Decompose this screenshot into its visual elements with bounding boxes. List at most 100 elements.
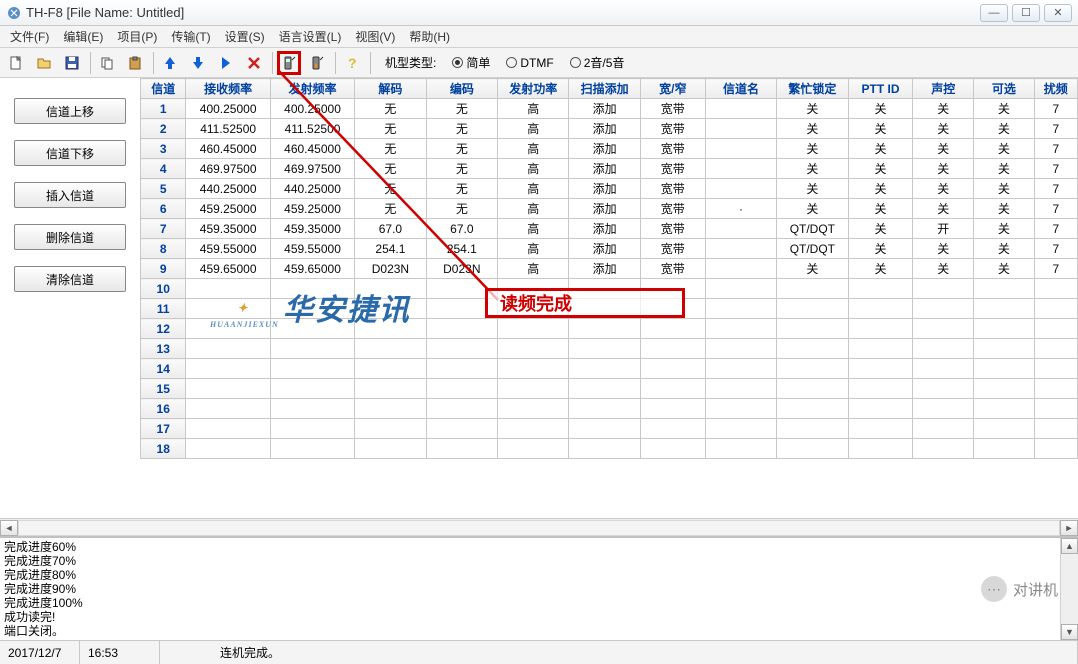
cell[interactable] — [705, 179, 776, 199]
cell[interactable] — [270, 359, 354, 379]
cell[interactable]: 469.97500 — [186, 159, 270, 179]
cell[interactable]: QT/DQT — [777, 219, 848, 239]
column-header[interactable]: 解码 — [355, 79, 426, 99]
insert-channel-button[interactable]: 插入信道 — [14, 182, 126, 208]
maximize-button[interactable]: ☐ — [1012, 4, 1040, 22]
cell[interactable] — [913, 379, 974, 399]
cell[interactable] — [569, 399, 640, 419]
cell[interactable] — [270, 299, 354, 319]
cell[interactable]: 关 — [974, 119, 1035, 139]
cell[interactable]: 开 — [913, 219, 974, 239]
cell[interactable] — [913, 319, 974, 339]
cell[interactable] — [777, 359, 848, 379]
cell[interactable]: 关 — [777, 119, 848, 139]
cell[interactable] — [1034, 319, 1077, 339]
log-pane[interactable]: 完成进度60% 完成进度70% 完成进度80% 完成进度90% 完成进度100%… — [0, 536, 1078, 640]
cell[interactable] — [498, 379, 569, 399]
cell[interactable]: 无 — [355, 119, 426, 139]
cell[interactable] — [426, 379, 497, 399]
scroll-down-icon[interactable]: ▼ — [1061, 624, 1078, 640]
cell[interactable] — [705, 219, 776, 239]
row-number[interactable]: 8 — [141, 239, 186, 259]
cell[interactable]: 无 — [426, 119, 497, 139]
cell[interactable]: 459.25000 — [270, 199, 354, 219]
cell[interactable] — [848, 379, 913, 399]
column-header[interactable]: 接收频率 — [186, 79, 270, 99]
row-number[interactable]: 9 — [141, 259, 186, 279]
cell[interactable] — [186, 419, 270, 439]
new-file-icon[interactable] — [4, 51, 28, 75]
table-row[interactable]: 5440.25000440.25000无无高添加宽带关关关关7 — [141, 179, 1078, 199]
cell[interactable] — [426, 439, 497, 459]
cell[interactable]: 254.1 — [426, 239, 497, 259]
table-row[interactable]: 12 — [141, 319, 1078, 339]
menu-edit[interactable]: 编辑(E) — [57, 26, 109, 47]
cell[interactable]: 无 — [355, 179, 426, 199]
cell[interactable] — [777, 379, 848, 399]
cell[interactable] — [640, 319, 705, 339]
cell[interactable]: 关 — [848, 99, 913, 119]
cell[interactable]: 7 — [1034, 119, 1077, 139]
cell[interactable]: 460.45000 — [270, 139, 354, 159]
cell[interactable] — [426, 359, 497, 379]
cell[interactable] — [498, 439, 569, 459]
cell[interactable] — [569, 359, 640, 379]
table-row[interactable]: 2411.52500411.52500无无高添加宽带关关关关7 — [141, 119, 1078, 139]
log-vscrollbar[interactable]: ▲ ▼ — [1060, 538, 1078, 640]
cell[interactable] — [848, 439, 913, 459]
row-number[interactable]: 1 — [141, 99, 186, 119]
clear-channel-button[interactable]: 清除信道 — [14, 266, 126, 292]
cell[interactable] — [848, 279, 913, 299]
cell[interactable]: 关 — [913, 139, 974, 159]
cell[interactable] — [355, 419, 426, 439]
cell[interactable] — [705, 119, 776, 139]
cell[interactable]: 关 — [913, 179, 974, 199]
cell[interactable]: 宽带 — [640, 239, 705, 259]
cell[interactable]: 关 — [848, 119, 913, 139]
column-header[interactable]: 宽/窄 — [640, 79, 705, 99]
cell[interactable]: 460.45000 — [186, 139, 270, 159]
cell[interactable] — [1034, 339, 1077, 359]
cell[interactable] — [974, 439, 1035, 459]
column-header[interactable]: 可选 — [974, 79, 1035, 99]
table-row[interactable]: 13 — [141, 339, 1078, 359]
cell[interactable] — [913, 439, 974, 459]
row-number[interactable]: 18 — [141, 439, 186, 459]
column-header[interactable]: 编码 — [426, 79, 497, 99]
cell[interactable]: 添加 — [569, 239, 640, 259]
cell[interactable] — [355, 439, 426, 459]
cell[interactable] — [270, 279, 354, 299]
cell[interactable]: 宽带 — [640, 219, 705, 239]
cell[interactable]: 宽带 — [640, 199, 705, 219]
cell[interactable]: 关 — [974, 99, 1035, 119]
cell[interactable]: 关 — [974, 219, 1035, 239]
cell[interactable] — [426, 339, 497, 359]
cell[interactable] — [1034, 419, 1077, 439]
cell[interactable] — [913, 279, 974, 299]
cell[interactable] — [705, 339, 776, 359]
cell[interactable] — [777, 339, 848, 359]
cell[interactable] — [1034, 399, 1077, 419]
cell[interactable]: 无 — [355, 159, 426, 179]
cell[interactable]: · — [705, 199, 776, 219]
arrow-down-icon[interactable] — [186, 51, 210, 75]
row-number[interactable]: 13 — [141, 339, 186, 359]
menu-help[interactable]: 帮助(H) — [403, 26, 456, 47]
cell[interactable] — [705, 399, 776, 419]
cell[interactable] — [270, 419, 354, 439]
menu-transfer[interactable]: 传输(T) — [165, 26, 216, 47]
cell[interactable]: QT/DQT — [777, 239, 848, 259]
cell[interactable]: 关 — [974, 139, 1035, 159]
save-file-icon[interactable] — [60, 51, 84, 75]
cell[interactable]: 400.25000 — [186, 99, 270, 119]
cell[interactable]: 高 — [498, 119, 569, 139]
cell[interactable] — [974, 359, 1035, 379]
open-file-icon[interactable] — [32, 51, 56, 75]
cell[interactable] — [186, 379, 270, 399]
cell[interactable] — [705, 99, 776, 119]
cell[interactable]: 7 — [1034, 239, 1077, 259]
column-header[interactable]: 信道名 — [705, 79, 776, 99]
row-number[interactable]: 7 — [141, 219, 186, 239]
cell[interactable]: 添加 — [569, 119, 640, 139]
cell[interactable]: 宽带 — [640, 99, 705, 119]
